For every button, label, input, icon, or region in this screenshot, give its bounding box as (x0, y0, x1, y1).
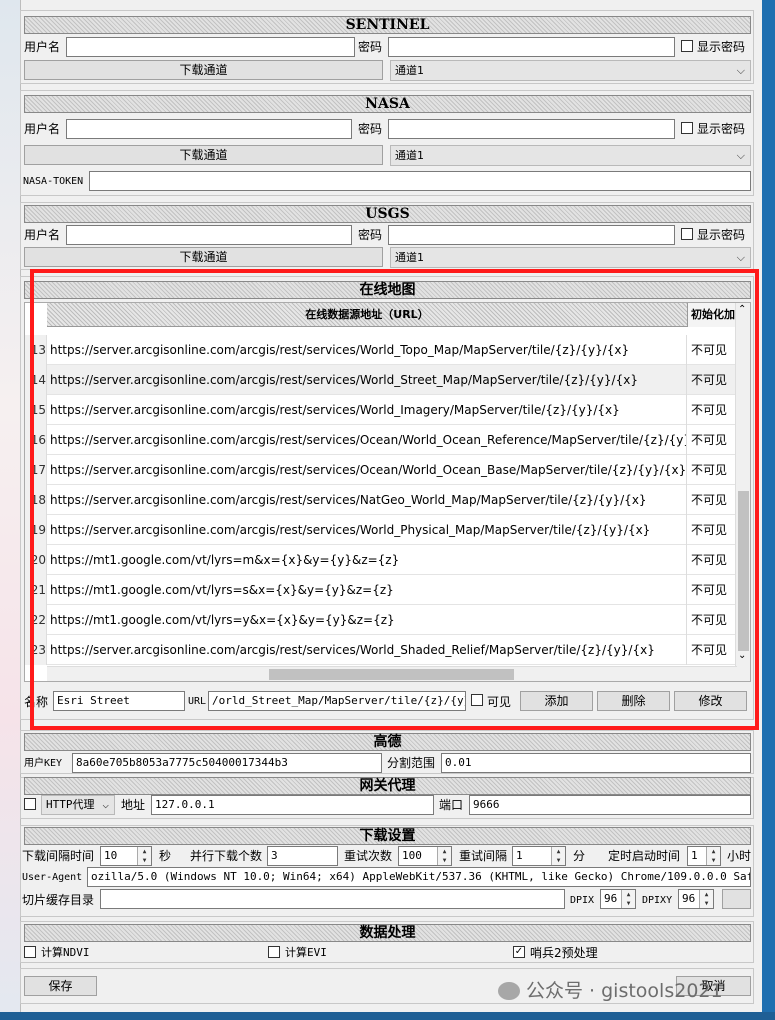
usgs-show-password-checkbox[interactable] (681, 228, 693, 240)
timer-spinner[interactable]: 1 ▲ ▼ (687, 846, 721, 866)
sentinel-password-input[interactable] (388, 37, 675, 57)
chevron-down-icon: ⌵ (736, 251, 745, 264)
usgs-title: USGS (24, 205, 751, 223)
usgs-channel-value: 通道1 (395, 251, 424, 264)
proxy-port-label: 端口 (439, 798, 464, 812)
interval-spinner[interactable]: 10 ▲ ▼ (100, 846, 152, 866)
hours-label: 小时 (727, 849, 752, 863)
desktop-background-strip (0, 0, 20, 1020)
dpix-spinner[interactable]: 96 ▲ ▼ (600, 889, 636, 909)
proxy-address-input[interactable]: 127.0.0.1 (151, 795, 434, 815)
sentinel-username-input[interactable] (66, 37, 355, 57)
watermark: 公众号 · gistools2021 (498, 976, 723, 1003)
usgs-password-label: 密码 (358, 228, 383, 242)
cache-dir-input[interactable] (100, 889, 565, 909)
nasa-token-label: NASA-TOKEN (23, 176, 84, 187)
watermark-text: 公众号 · gistools2021 (526, 980, 723, 1002)
ndvi-label: 计算NDVI (41, 946, 90, 959)
spinner-arrows-icon[interactable]: ▲ ▼ (621, 890, 635, 908)
dpiy-value: 96 (682, 892, 696, 905)
highlight-frame (30, 269, 759, 730)
proxy-type-value: HTTP代理 (46, 798, 95, 811)
parallel-label: 并行下载个数 (190, 849, 263, 863)
chevron-down-icon: ⌵ (736, 149, 745, 162)
dpix-label: DPIX (570, 895, 595, 906)
save-button[interactable]: 保存 (24, 976, 97, 996)
download-title: 下载设置 (24, 827, 751, 845)
nasa-title: NASA (24, 95, 751, 113)
sentinel2-checkbox[interactable]: ✓ (513, 946, 525, 958)
interval-label: 下载间隔时间 (22, 849, 95, 863)
nasa-username-label: 用户名 (24, 122, 61, 136)
usgs-username-input[interactable] (66, 225, 352, 245)
evi-checkbox[interactable] (268, 946, 280, 958)
ndvi-checkbox[interactable] (24, 946, 36, 958)
usgs-channel-select[interactable]: 通道1 ⌵ (390, 247, 751, 268)
sentinel-title: SENTINEL (24, 16, 751, 34)
processing-title: 数据处理 (24, 924, 751, 942)
nasa-download-channel-button[interactable]: 下载通道 (24, 145, 383, 165)
proxy-address-label: 地址 (121, 798, 146, 812)
sentinel-channel-value: 通道1 (395, 64, 424, 77)
spinner-arrows-icon[interactable]: ▲ ▼ (699, 890, 713, 908)
spinner-arrows-icon[interactable]: ▲ ▼ (706, 847, 720, 865)
cache-dir-label: 切片缓存目录 (22, 893, 95, 907)
sentinel-password-label: 密码 (358, 40, 383, 54)
nasa-token-input[interactable] (89, 171, 751, 191)
gaode-key-label: 用户KEY (24, 758, 63, 769)
timer-label: 定时启动时间 (608, 849, 681, 863)
dpiy-label: DPIXY (642, 895, 673, 906)
proxy-type-select[interactable]: HTTP代理 ⌵ (41, 795, 115, 815)
gaode-split-input[interactable]: 0.01 (441, 753, 751, 773)
proxy-enable-checkbox[interactable] (24, 798, 36, 810)
dpiy-spinner[interactable]: 96 ▲ ▼ (678, 889, 714, 909)
nasa-show-password-label: 显示密码 (697, 122, 746, 136)
spinner-arrows-icon[interactable]: ▲ ▼ (137, 847, 151, 865)
proxy-port-input[interactable]: 9666 (469, 795, 751, 815)
sentinel-username-label: 用户名 (24, 40, 61, 54)
spinner-arrows-icon[interactable]: ▲ ▼ (437, 847, 451, 865)
nasa-show-password-checkbox[interactable] (681, 122, 693, 134)
spinner-arrows-icon[interactable]: ▲ ▼ (551, 847, 565, 865)
retry-interval-spinner[interactable]: 1 ▲ ▼ (512, 846, 566, 866)
proxy-title: 网关代理 (24, 777, 751, 795)
user-agent-input[interactable]: ozilla/5.0 (Windows NT 10.0; Win64; x64)… (87, 867, 751, 887)
gaode-split-label: 分割范围 (387, 756, 436, 770)
nasa-channel-value: 通道1 (395, 149, 424, 162)
nasa-channel-select[interactable]: 通道1 ⌵ (390, 145, 751, 166)
evi-label: 计算EVI (285, 946, 327, 959)
retry-interval-value: 1 (516, 849, 523, 862)
nasa-password-label: 密码 (358, 122, 383, 136)
sentinel-show-password-label: 显示密码 (697, 40, 746, 54)
gaode-title: 高德 (24, 733, 751, 751)
seconds-label: 秒 (159, 849, 172, 863)
nasa-password-input[interactable] (388, 119, 675, 139)
wechat-icon (498, 982, 520, 1000)
browse-button[interactable] (722, 889, 751, 909)
minutes-label: 分 (573, 849, 586, 863)
interval-value: 10 (104, 849, 118, 862)
timer-value: 1 (691, 849, 698, 862)
window-bottom-edge (0, 1012, 775, 1020)
chevron-down-icon: ⌵ (102, 798, 109, 811)
retry-spinner[interactable]: 100 ▲ ▼ (398, 846, 452, 866)
usgs-download-channel-button[interactable]: 下载通道 (24, 247, 383, 267)
sentinel-channel-select[interactable]: 通道1 ⌵ (390, 60, 751, 81)
nasa-username-input[interactable] (66, 119, 352, 139)
retry-interval-label: 重试间隔 (459, 849, 508, 863)
usgs-username-label: 用户名 (24, 228, 61, 242)
parallel-input[interactable]: 3 (267, 846, 338, 866)
chevron-down-icon: ⌵ (736, 64, 745, 77)
retry-label: 重试次数 (344, 849, 393, 863)
window-right-edge (762, 0, 775, 1020)
dpix-value: 96 (604, 892, 618, 905)
sentinel-show-password-checkbox[interactable] (681, 40, 693, 52)
usgs-password-input[interactable] (388, 225, 675, 245)
sentinel2-label: 哨兵2预处理 (530, 946, 598, 960)
usgs-show-password-label: 显示密码 (697, 228, 746, 242)
retry-value: 100 (402, 849, 422, 862)
sentinel-download-channel-button[interactable]: 下载通道 (24, 60, 383, 80)
gaode-key-input[interactable]: 8a60e705b8053a7775c50400017344b3 (72, 753, 382, 773)
user-agent-label: User-Agent (22, 872, 83, 883)
